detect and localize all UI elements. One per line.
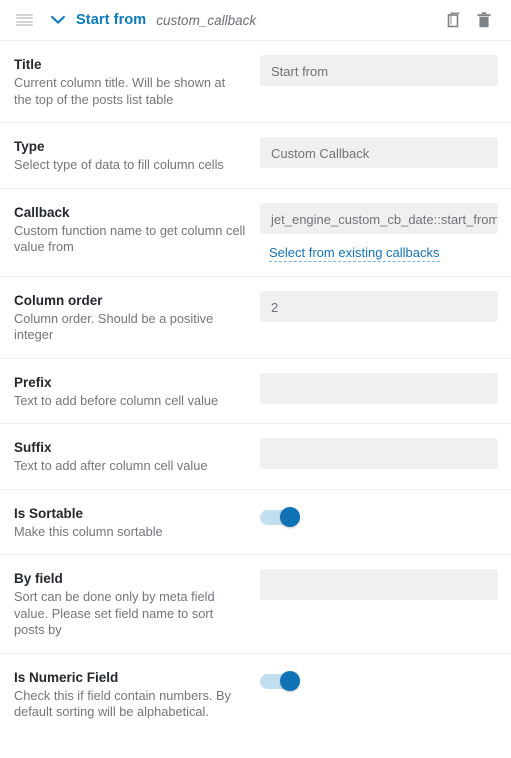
setting-row-column-order: Column order Column order. Should be a p…	[0, 276, 511, 359]
panel-subtitle: custom_callback	[156, 12, 257, 28]
setting-label: Prefix Text to add before column cell va…	[14, 373, 260, 410]
setting-title: Type	[14, 139, 45, 154]
setting-description: Select type of data to fill column cells	[14, 157, 224, 172]
setting-title: By field	[14, 571, 63, 586]
setting-label: Title Current column title. Will be show…	[14, 55, 260, 108]
duplicate-icon[interactable]	[441, 7, 467, 33]
by-field-input[interactable]	[260, 569, 498, 600]
setting-label: Suffix Text to add after column cell val…	[14, 438, 260, 475]
column-order-input[interactable]: 2	[260, 290, 498, 322]
setting-control	[260, 569, 500, 600]
setting-label: By field Sort can be done only by meta f…	[14, 569, 260, 639]
setting-row-type: Type Select type of data to fill column …	[0, 123, 511, 189]
column-settings-panel: Start from custom_callback Title Current…	[0, 0, 511, 735]
setting-control: Custom Callback	[260, 137, 500, 168]
setting-title: Column order	[14, 292, 103, 308]
setting-control	[260, 668, 500, 691]
toggle-knob	[280, 506, 300, 527]
setting-title: Title	[14, 57, 42, 72]
setting-row-is-sortable: Is Sortable Make this column sortable	[0, 489, 511, 555]
setting-row-title: Title Current column title. Will be show…	[0, 41, 511, 123]
setting-row-callback: Callback Custom function name to get col…	[0, 188, 511, 277]
setting-description: Sort can be done only by meta field valu…	[14, 589, 215, 637]
setting-label: Type Select type of data to fill column …	[14, 137, 260, 174]
callback-input[interactable]: jet_engine_custom_cb_date::start_from::F…	[260, 202, 498, 234]
trash-icon[interactable]	[471, 7, 497, 33]
setting-title: Is Sortable	[14, 505, 84, 521]
toggle-knob	[280, 670, 300, 691]
chevron-down-icon[interactable]	[49, 11, 67, 29]
setting-label: Column order Column order. Should be a p…	[14, 291, 260, 344]
setting-control	[260, 372, 500, 404]
drag-handle-icon[interactable]	[16, 13, 33, 27]
setting-control: 2	[260, 290, 500, 322]
setting-description: Text to add after column cell value	[14, 458, 208, 473]
setting-row-prefix: Prefix Text to add before column cell va…	[0, 358, 511, 424]
setting-control: Start from	[260, 55, 500, 86]
is-numeric-field-toggle[interactable]	[260, 670, 300, 691]
setting-row-suffix: Suffix Text to add after column cell val…	[0, 424, 511, 490]
setting-label: Callback Custom function name to get col…	[14, 203, 260, 256]
setting-row-by-field: By field Sort can be done only by meta f…	[0, 555, 511, 654]
setting-title: Prefix	[14, 374, 52, 390]
panel-title[interactable]: Start from	[76, 12, 146, 28]
is-sortable-toggle[interactable]	[260, 506, 300, 527]
prefix-input[interactable]	[260, 372, 498, 404]
setting-description: Check this if field contain numbers. By …	[14, 687, 231, 720]
setting-row-is-numeric-field: Is Numeric Field Check this if field con…	[0, 653, 511, 735]
setting-title: Is Numeric Field	[14, 669, 119, 685]
title-input[interactable]: Start from	[260, 55, 498, 86]
setting-title: Callback	[14, 204, 70, 220]
setting-label: Is Sortable Make this column sortable	[14, 504, 260, 541]
setting-control	[260, 438, 500, 469]
setting-title: Suffix	[14, 440, 52, 455]
drag-handle-line	[16, 13, 33, 16]
setting-description: Custom function name to get column cell …	[14, 222, 246, 255]
setting-description: Make this column sortable	[14, 523, 163, 539]
suffix-input[interactable]	[260, 438, 498, 469]
setting-label: Is Numeric Field Check this if field con…	[14, 668, 260, 721]
drag-handle-line	[16, 17, 33, 20]
drag-handle-line	[16, 24, 33, 27]
setting-control: jet_engine_custom_cb_date::start_from::F…	[260, 202, 500, 262]
setting-description: Current column title. Will be shown at t…	[14, 75, 226, 107]
select-existing-callbacks-link[interactable]: Select from existing callbacks	[269, 245, 440, 262]
panel-header: Start from custom_callback	[0, 0, 511, 41]
drag-handle-line	[16, 20, 33, 23]
setting-description: Column order. Should be a positive integ…	[14, 310, 214, 343]
setting-control	[260, 504, 500, 527]
setting-description: Text to add before column cell value	[14, 392, 219, 408]
type-select[interactable]: Custom Callback	[260, 137, 498, 168]
